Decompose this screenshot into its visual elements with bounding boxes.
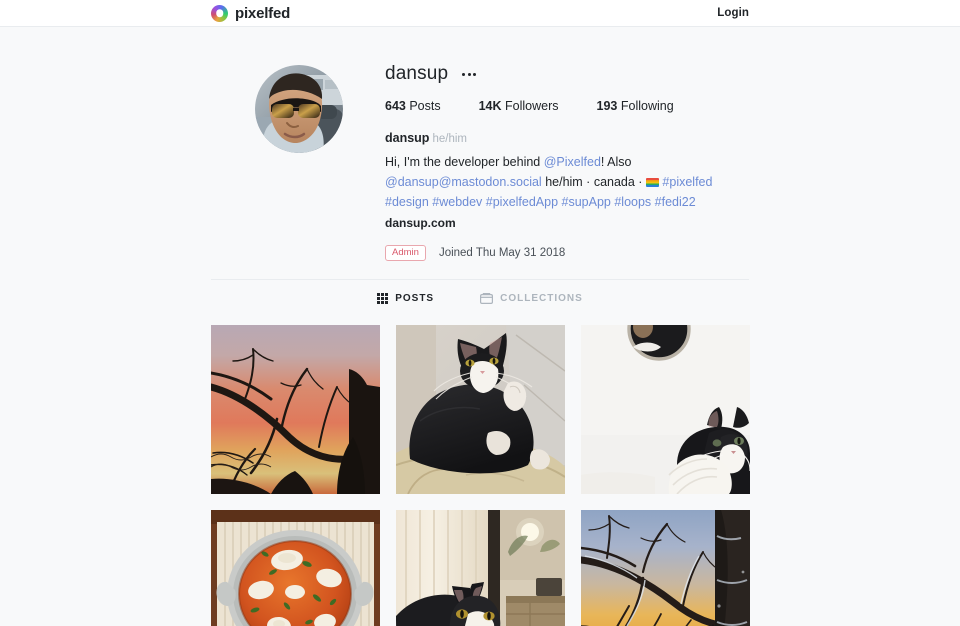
profile-bio: dansup he/him Hi, I'm the developer behin… (385, 129, 749, 232)
post-tile[interactable] (395, 325, 565, 495)
post-tile[interactable] (580, 510, 750, 626)
tab-posts-label: POSTS (395, 293, 435, 305)
brand-home-link[interactable]: pixelfed (211, 4, 291, 22)
stat-following-label: Following (620, 99, 674, 113)
username-row: dansup (385, 62, 749, 86)
stat-followers-label: Followers (505, 99, 559, 113)
stat-posts-value: 643 (385, 99, 406, 113)
post-grid (210, 314, 750, 626)
bio-text-part-1: Hi, I'm the developer behind (385, 154, 544, 169)
brand-name: pixelfed (235, 4, 291, 22)
avatar[interactable] (255, 65, 343, 153)
grid-icon (377, 293, 389, 305)
bio-pronouns: he/him (432, 133, 467, 145)
pixelfed-logo-icon (211, 4, 228, 22)
bio-mention-pixelfed[interactable]: @Pixelfed (544, 155, 601, 169)
post-tile[interactable] (580, 325, 750, 495)
post-tile[interactable] (210, 510, 380, 626)
post-tile[interactable] (395, 510, 565, 626)
profile-container: dansup 643 Posts 14K Followers 193 Follo… (210, 27, 750, 626)
album-icon (480, 293, 494, 305)
profile-username: dansup (385, 63, 449, 84)
profile-info: dansup 643 Posts 14K Followers 193 Follo… (385, 57, 749, 262)
profile-stats: 643 Posts 14K Followers 193 Following (385, 99, 749, 113)
top-navbar: pixelfed Login (0, 0, 960, 27)
bio-display-name: dansup (385, 131, 430, 145)
stat-followers[interactable]: 14K Followers (479, 99, 559, 113)
stat-followers-value: 14K (478, 99, 502, 113)
profile-meta: Admin Joined Thu May 31 2018 (385, 245, 749, 262)
bio-name-row: dansup he/him (385, 129, 749, 149)
bio-text-part-3: he/him · canada · (541, 174, 646, 189)
tab-posts[interactable]: POSTS (377, 293, 435, 305)
stat-following[interactable]: 193 Following (597, 99, 674, 113)
profile-header: dansup 643 Posts 14K Followers 193 Follo… (211, 57, 749, 262)
status-badge: Admin (385, 245, 426, 262)
bio-text-part-2: ! Also (600, 154, 632, 169)
avatar-column (213, 57, 385, 153)
ellipsis-icon[interactable] (460, 69, 478, 80)
bio-text: Hi, I'm the developer behind @Pixelfed! … (385, 152, 745, 212)
tab-collections-label: COLLECTIONS (500, 293, 583, 305)
stat-following-value: 193 (596, 99, 618, 113)
pride-flag-icon (645, 177, 659, 187)
login-button[interactable]: Login (717, 7, 749, 19)
stat-posts-label: Posts (409, 99, 441, 113)
stat-posts[interactable]: 643 Posts (385, 99, 441, 113)
profile-tabs: POSTS COLLECTIONS (211, 280, 749, 314)
tab-collections[interactable]: COLLECTIONS (480, 293, 583, 304)
joined-date: Joined Thu May 31 2018 (438, 247, 566, 260)
post-tile[interactable] (210, 325, 380, 495)
bio-mention-mastodon[interactable]: @dansup@mastodon.social (385, 175, 542, 189)
bio-website-link[interactable]: dansup.com (385, 214, 749, 233)
